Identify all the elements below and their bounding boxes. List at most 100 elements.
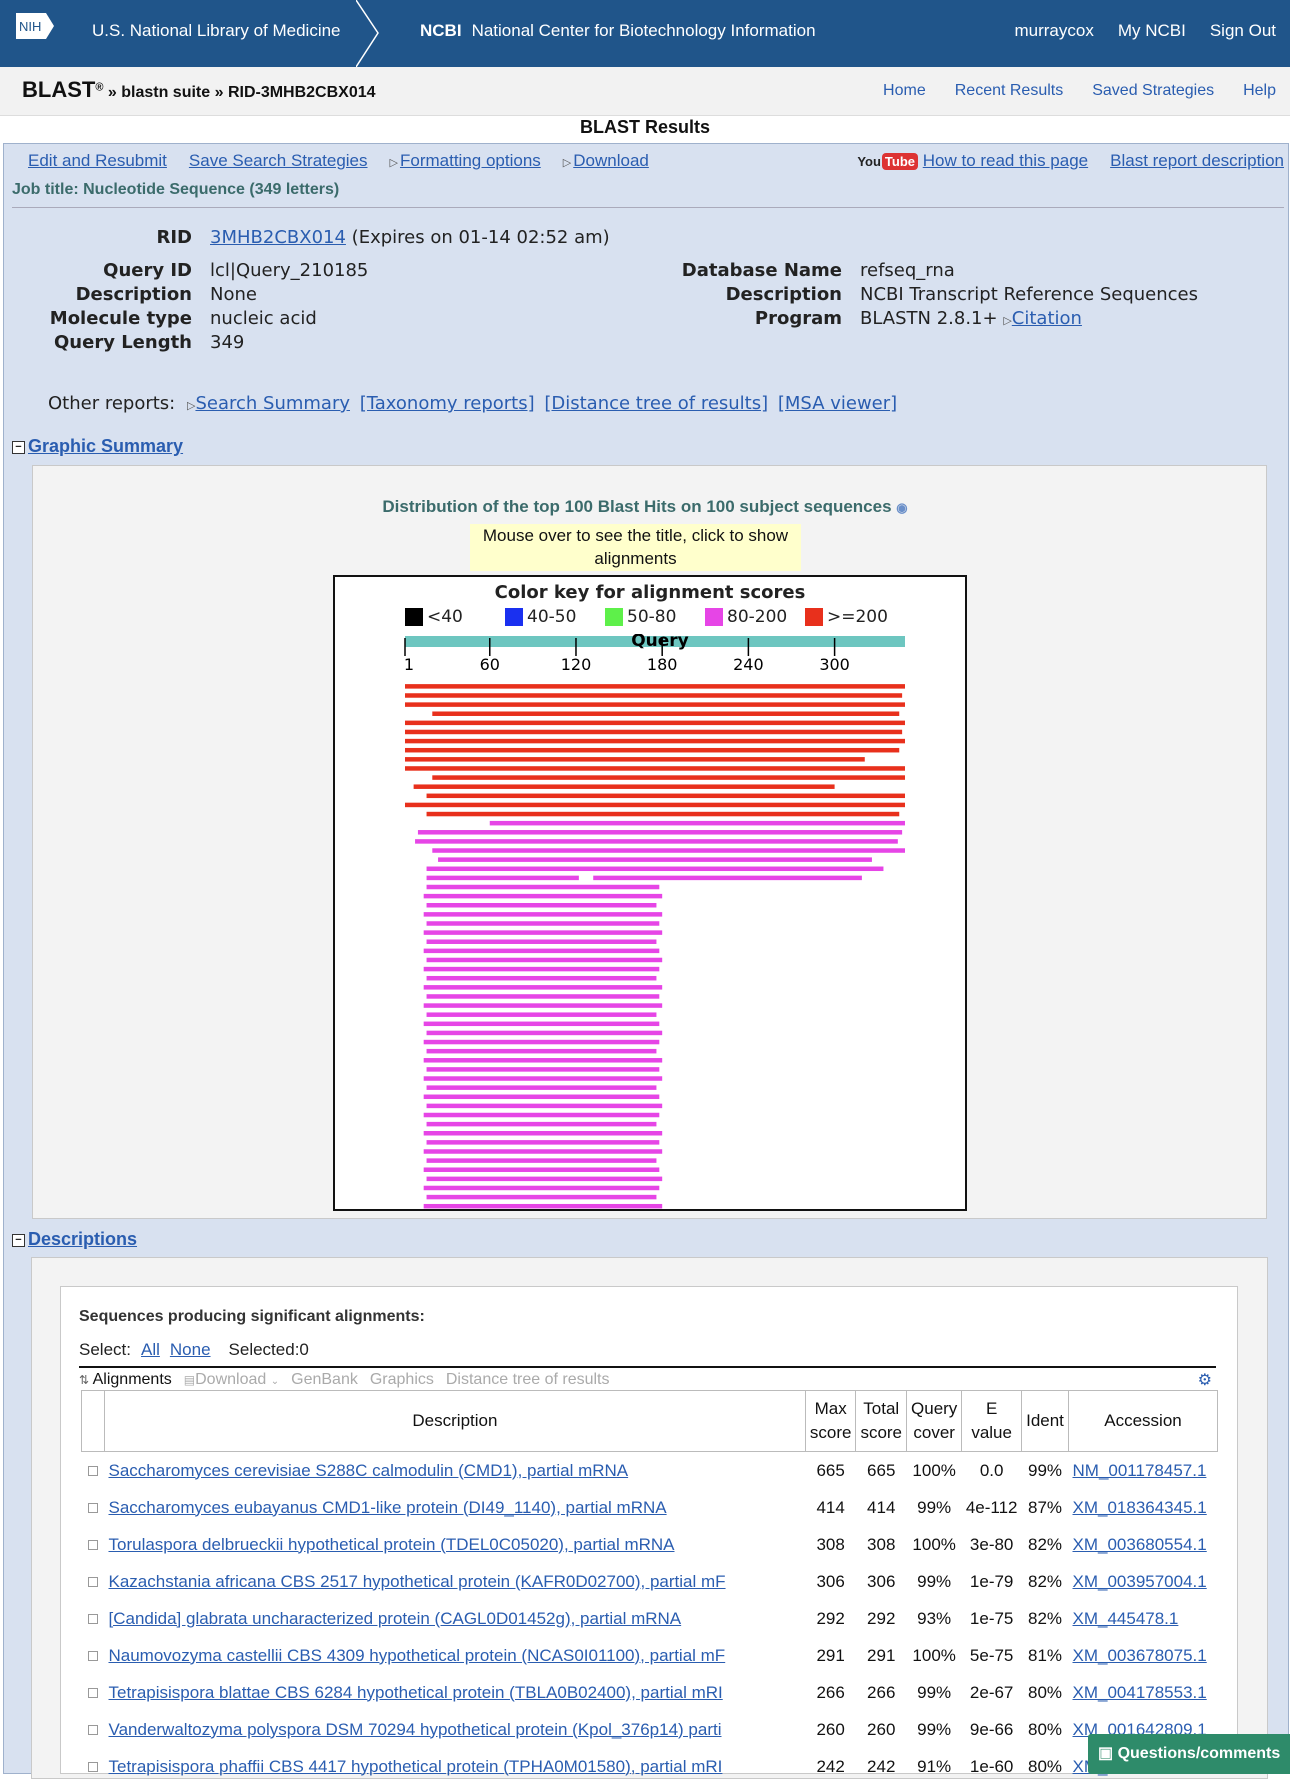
descriptions-header[interactable]: −Descriptions — [12, 1229, 137, 1250]
hit-bar[interactable] — [427, 1085, 657, 1090]
taxonomy-reports-link[interactable]: [Taxonomy reports] — [360, 393, 535, 414]
hit-bar[interactable] — [424, 894, 663, 899]
row-accession-link[interactable]: XM_018364345.1 — [1073, 1498, 1207, 1517]
select-all-link[interactable]: All — [141, 1340, 160, 1360]
col-e-value[interactable]: Evalue — [962, 1391, 1022, 1452]
hit-bar[interactable] — [424, 1022, 660, 1027]
hit-bar[interactable] — [427, 903, 657, 908]
select-none-link[interactable]: None — [170, 1340, 211, 1360]
hit-bar[interactable] — [427, 812, 900, 817]
hit-bar[interactable] — [405, 748, 899, 753]
hit-bar[interactable] — [432, 711, 899, 716]
col-total-score[interactable]: Totalscore — [856, 1391, 907, 1452]
nav-help[interactable]: Help — [1243, 82, 1276, 100]
row-description-link[interactable]: Saccharomyces cerevisiae S288C calmoduli… — [109, 1461, 629, 1480]
hit-bar[interactable] — [424, 1204, 663, 1209]
formatting-options-toggle[interactable]: ▷Formatting options — [390, 151, 541, 171]
row-checkbox[interactable] — [88, 1651, 98, 1661]
questions-comments-button[interactable]: ▣ Questions/comments — [1088, 1734, 1290, 1774]
row-checkbox[interactable] — [88, 1614, 98, 1624]
nav-saved-strategies[interactable]: Saved Strategies — [1092, 82, 1214, 100]
distance-tree-button[interactable]: Distance tree of results — [446, 1371, 610, 1389]
genbank-button[interactable]: GenBank — [291, 1371, 358, 1389]
hit-bar[interactable] — [414, 784, 835, 789]
hit-bar[interactable] — [405, 693, 902, 698]
user-link[interactable]: murraycox — [1014, 21, 1093, 41]
hit-bar[interactable] — [424, 1040, 660, 1045]
alignments-sort-button[interactable]: ⇅ Alignments — [79, 1371, 172, 1389]
sign-out-link[interactable]: Sign Out — [1210, 21, 1276, 41]
rid-link[interactable]: 3MHB2CBX014 — [210, 227, 346, 248]
hit-bar[interactable] — [424, 949, 660, 954]
hit-bar[interactable] — [427, 1049, 657, 1054]
row-description-link[interactable]: Torulaspora delbrueckii hypothetical pro… — [109, 1535, 675, 1554]
hit-bar[interactable] — [424, 912, 663, 917]
hit-bar[interactable] — [427, 1140, 660, 1145]
hit-bar[interactable] — [424, 985, 663, 990]
how-to-read-link[interactable]: YouTube How to read this page — [857, 151, 1088, 171]
hit-bar[interactable] — [424, 1131, 663, 1136]
hit-bar[interactable] — [415, 839, 898, 844]
hit-bar[interactable] — [427, 1104, 663, 1109]
nav-home[interactable]: Home — [883, 82, 926, 100]
graphic-summary-header[interactable]: −Graphic Summary — [12, 436, 183, 457]
hit-bar[interactable] — [427, 976, 657, 981]
hit-bar[interactable] — [424, 1076, 663, 1081]
hit-bar[interactable] — [427, 867, 884, 872]
row-accession-link[interactable]: XM_003678075.1 — [1073, 1646, 1207, 1665]
nlm-link[interactable]: U.S. National Library of Medicine — [92, 21, 341, 41]
hit-bar[interactable] — [593, 876, 862, 881]
graphics-button[interactable]: Graphics — [370, 1371, 434, 1389]
row-checkbox[interactable] — [88, 1762, 98, 1772]
row-accession-link[interactable]: XM_003957004.1 — [1073, 1572, 1207, 1591]
hit-bar[interactable] — [438, 857, 872, 862]
hit-bar[interactable] — [427, 794, 905, 799]
hit-bar[interactable] — [427, 885, 660, 890]
collapse-icon[interactable]: − — [12, 441, 25, 454]
hit-bar[interactable] — [427, 876, 579, 881]
hit-bar[interactable] — [424, 1003, 663, 1008]
row-description-link[interactable]: Vanderwaltozyma polyspora DSM 70294 hypo… — [109, 1720, 722, 1739]
hit-bar[interactable] — [405, 757, 865, 762]
row-checkbox[interactable] — [88, 1688, 98, 1698]
msa-viewer-link[interactable]: [MSA viewer] — [778, 393, 897, 414]
hit-bar[interactable] — [490, 821, 905, 826]
col-description[interactable]: Description — [105, 1391, 806, 1452]
hit-bar[interactable] — [427, 921, 660, 926]
hit-bar[interactable] — [424, 930, 663, 935]
row-checkbox[interactable] — [88, 1466, 98, 1476]
hit-bar[interactable] — [405, 721, 905, 726]
search-summary-link[interactable]: Search Summary — [195, 393, 350, 414]
row-accession-link[interactable]: XM_004178553.1 — [1073, 1683, 1207, 1702]
download-disabled-button[interactable]: ▤Download ⌄ — [184, 1371, 279, 1389]
hit-bar[interactable] — [432, 848, 905, 853]
hit-bar[interactable] — [427, 1195, 657, 1200]
row-description-link[interactable]: Tetrapisispora phaffii CBS 4417 hypothet… — [109, 1757, 723, 1776]
row-checkbox[interactable] — [88, 1725, 98, 1735]
hit-bar[interactable] — [424, 1186, 660, 1191]
row-checkbox[interactable] — [88, 1577, 98, 1587]
blast-home-link[interactable]: BLAST — [22, 77, 95, 102]
hit-bar[interactable] — [424, 1095, 660, 1100]
row-description-link[interactable]: [Candida] glabrata uncharacterized prote… — [109, 1609, 682, 1628]
hit-bar[interactable] — [427, 1031, 663, 1036]
hit-bar[interactable] — [432, 775, 905, 780]
nav-recent-results[interactable]: Recent Results — [955, 82, 1064, 100]
ncbi-link[interactable]: NCBINational Center for Biotechnology In… — [420, 21, 816, 41]
hit-bar[interactable] — [424, 1058, 663, 1063]
hit-bar[interactable] — [424, 1167, 660, 1172]
row-description-link[interactable]: Naumovozyma castellii CBS 4309 hypotheti… — [109, 1646, 726, 1665]
col-ident[interactable]: Ident — [1022, 1391, 1069, 1452]
col-max-score[interactable]: Maxscore — [805, 1391, 856, 1452]
hit-bar[interactable] — [424, 967, 660, 972]
hit-bar[interactable] — [405, 730, 902, 735]
distance-tree-link[interactable]: [Distance tree of results] — [544, 393, 768, 414]
nih-logo-icon[interactable]: NIH — [16, 13, 54, 39]
hit-bar[interactable] — [405, 684, 905, 689]
save-strategies-link[interactable]: Save Search Strategies — [189, 151, 368, 171]
report-description-link[interactable]: Blast report description — [1110, 151, 1284, 171]
collapse-icon[interactable]: − — [12, 1234, 25, 1247]
row-checkbox[interactable] — [88, 1540, 98, 1550]
row-description-link[interactable]: Saccharomyces eubayanus CMD1-like protei… — [109, 1498, 667, 1517]
hit-bar[interactable] — [427, 939, 657, 944]
